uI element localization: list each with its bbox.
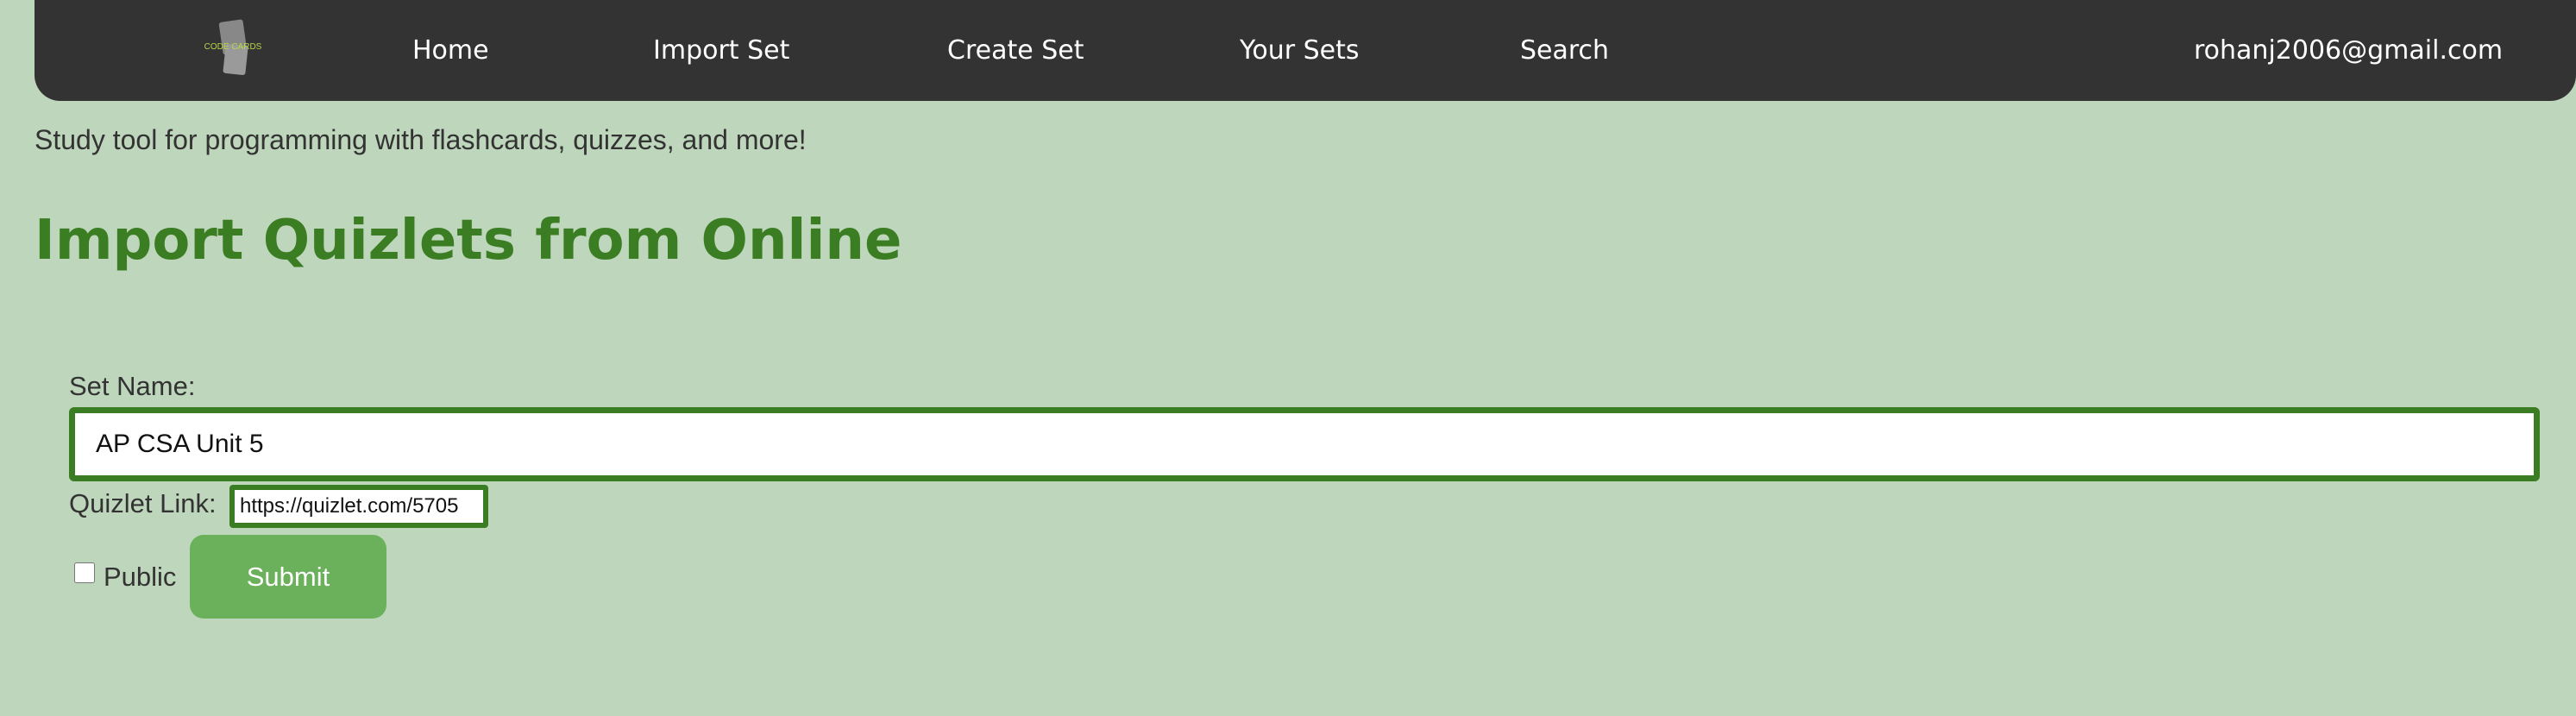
- public-label[interactable]: Public: [104, 562, 176, 593]
- nav-create-set[interactable]: Create Set: [947, 0, 1084, 101]
- code-cards-logo[interactable]: CODE CARDS: [168, 16, 298, 85]
- tagline: Study tool for programming with flashcar…: [35, 124, 807, 155]
- set-name-input[interactable]: [69, 407, 2540, 481]
- nav-import-set[interactable]: Import Set: [653, 0, 789, 101]
- navbar: CODE CARDS Home Import Set Create Set Yo…: [35, 0, 2576, 101]
- nav-home[interactable]: Home: [412, 0, 489, 101]
- logo-text: CODE CARDS: [204, 42, 262, 52]
- nav-your-sets[interactable]: Your Sets: [1240, 0, 1359, 101]
- set-name-label: Set Name:: [69, 371, 196, 401]
- cards-logo-icon: CODE CARDS: [204, 19, 262, 75]
- nav-search[interactable]: Search: [1520, 0, 1609, 101]
- user-email[interactable]: rohanj2006@gmail.com: [2194, 0, 2503, 101]
- submit-button[interactable]: Submit: [190, 535, 386, 619]
- page-title: Import Quizlets from Online: [35, 209, 902, 273]
- quizlet-link-label: Quizlet Link:: [69, 488, 217, 518]
- public-checkbox[interactable]: [74, 562, 95, 583]
- quizlet-link-input[interactable]: [229, 485, 488, 528]
